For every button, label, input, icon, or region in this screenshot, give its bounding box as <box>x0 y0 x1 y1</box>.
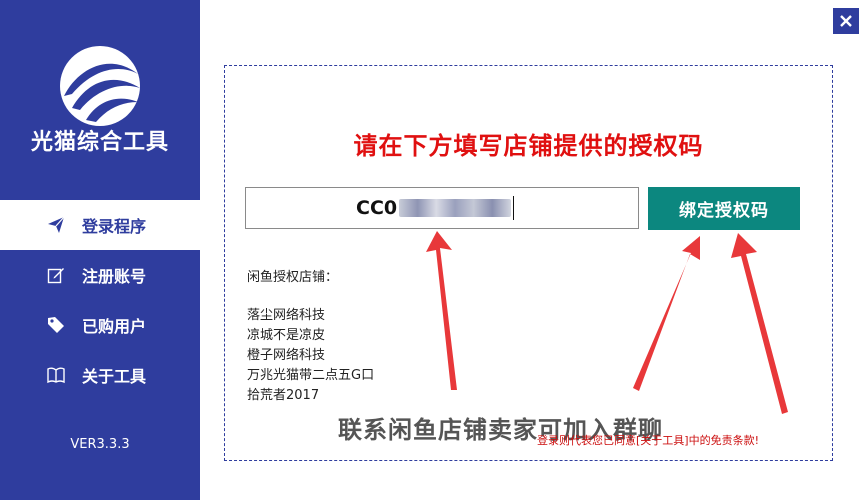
shop-list: 落尘网络科技 凉城不是凉皮 橙子网络科技 万兆光猫带二点五G口 拾荒者2017 <box>247 306 374 406</box>
sidebar: 光猫综合工具 登录程序 注册账号 已购用户 关于工具 VER3.3.3 <box>0 0 200 500</box>
sidebar-nav: 登录程序 注册账号 已购用户 关于工具 <box>0 200 200 400</box>
list-item: 拾荒者2017 <box>247 388 320 403</box>
close-icon <box>840 15 852 27</box>
sidebar-item-login[interactable]: 登录程序 <box>0 200 200 250</box>
authorization-code-input[interactable]: CC0 <box>245 187 639 229</box>
version-label: VER3.3.3 <box>70 437 130 452</box>
sidebar-item-register[interactable]: 注册账号 <box>0 250 200 300</box>
list-item: 橙子网络科技 <box>247 348 326 363</box>
list-item: 落尘网络科技 <box>247 308 326 323</box>
sidebar-item-label: 关于工具 <box>82 367 147 386</box>
text-caret <box>513 196 515 220</box>
shop-list-label: 闲鱼授权店铺： <box>247 270 339 285</box>
list-item: 万兆光猫带二点五G口 <box>247 368 375 383</box>
book-icon <box>46 365 66 385</box>
bind-code-button[interactable]: 绑定授权码 <box>648 187 800 230</box>
sidebar-item-purchased[interactable]: 已购用户 <box>0 300 200 350</box>
edit-icon <box>46 265 66 285</box>
code-value: CC0 <box>356 197 398 219</box>
sidebar-item-label: 已购用户 <box>82 317 147 336</box>
redacted-code <box>399 199 512 217</box>
list-item: 凉城不是凉皮 <box>247 328 326 343</box>
agreement-notice: 登录则代表您已同意[关于工具]中的免责条款! <box>537 434 759 447</box>
app-logo-icon <box>60 46 140 126</box>
page-headline: 请在下方填写店铺提供的授权码 <box>353 132 704 160</box>
app-title: 光猫综合工具 <box>30 130 169 155</box>
send-icon <box>46 215 66 235</box>
sidebar-item-about[interactable]: 关于工具 <box>0 350 200 400</box>
sidebar-item-label: 登录程序 <box>82 217 147 236</box>
tag-icon <box>46 315 66 335</box>
close-button[interactable] <box>833 8 859 34</box>
sidebar-item-label: 注册账号 <box>82 267 147 286</box>
